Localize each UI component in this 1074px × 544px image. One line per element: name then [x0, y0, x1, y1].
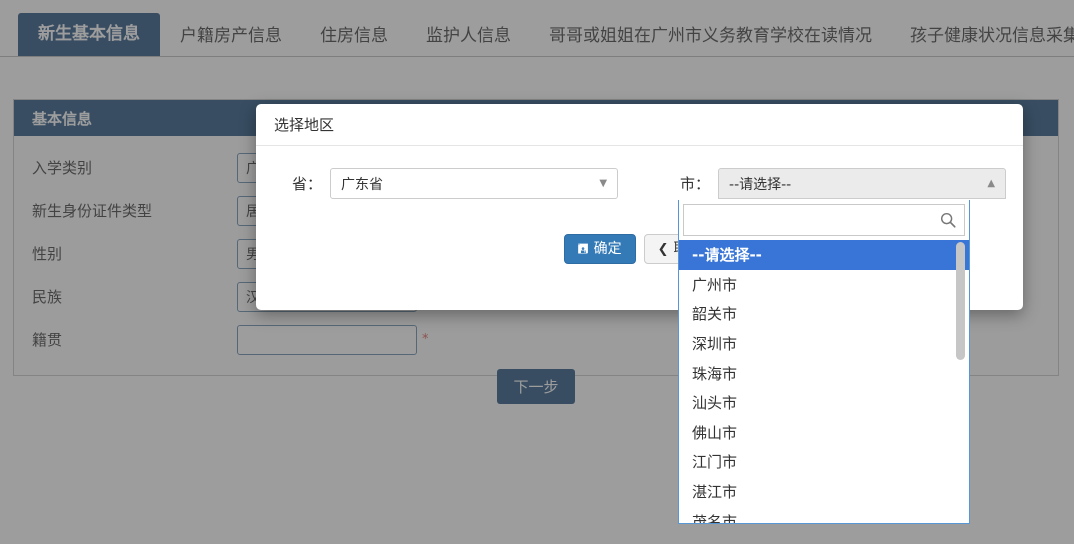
- city-dropdown-panel: --请选择-- 广州市 韶关市 深圳市 珠海市 汕头市 佛山市 江门市 湛江市 …: [678, 200, 970, 524]
- list-item[interactable]: 茂名市: [679, 506, 969, 523]
- list-item[interactable]: 江门市: [679, 447, 969, 477]
- app-root: 新生基本信息 户籍房产信息 住房信息 监护人信息 哥哥或姐姐在广州市义务教育学校…: [0, 0, 1074, 544]
- list-item[interactable]: 汕头市: [679, 388, 969, 418]
- dropdown-scrollbar[interactable]: [956, 242, 965, 523]
- province-field-group: 省： 广东省 ▼: [292, 168, 619, 199]
- city-select[interactable]: --请选择-- ▲: [718, 168, 1007, 199]
- list-item[interactable]: 湛江市: [679, 477, 969, 507]
- dropdown-search-row: [679, 200, 969, 240]
- chevron-down-icon: ▼: [599, 177, 608, 189]
- dropdown-scrollbar-thumb[interactable]: [956, 242, 965, 360]
- confirm-button-label: 确定: [593, 241, 622, 257]
- confirm-button[interactable]: 🖪 确定: [563, 234, 636, 264]
- city-field-group: 市： --请选择-- ▲: [680, 168, 1007, 199]
- city-search-input[interactable]: [684, 205, 964, 235]
- province-select[interactable]: 广东省 ▼: [330, 168, 619, 199]
- list-item[interactable]: 广州市: [679, 270, 969, 300]
- dialog-title: 选择地区: [256, 104, 1023, 146]
- city-option-list[interactable]: --请选择-- 广州市 韶关市 深圳市 珠海市 汕头市 佛山市 江门市 湛江市 …: [679, 240, 969, 523]
- list-item[interactable]: 珠海市: [679, 358, 969, 388]
- chevron-up-icon: ▲: [987, 177, 996, 189]
- list-item[interactable]: 深圳市: [679, 329, 969, 359]
- list-item[interactable]: 韶关市: [679, 299, 969, 329]
- save-icon: 🖪: [577, 241, 589, 257]
- dropdown-search-box: [683, 204, 965, 236]
- province-label: 省：: [292, 175, 323, 193]
- list-item[interactable]: --请选择--: [679, 240, 969, 270]
- city-label: 市：: [680, 175, 711, 193]
- list-item[interactable]: 佛山市: [679, 418, 969, 448]
- dialog-body: 省： 广东省 ▼ 市： --请选择-- ▲: [256, 146, 1023, 199]
- city-select-value: --请选择--: [729, 176, 792, 193]
- province-select-value: 广东省: [341, 176, 384, 193]
- chevron-left-icon: ❮: [657, 241, 669, 257]
